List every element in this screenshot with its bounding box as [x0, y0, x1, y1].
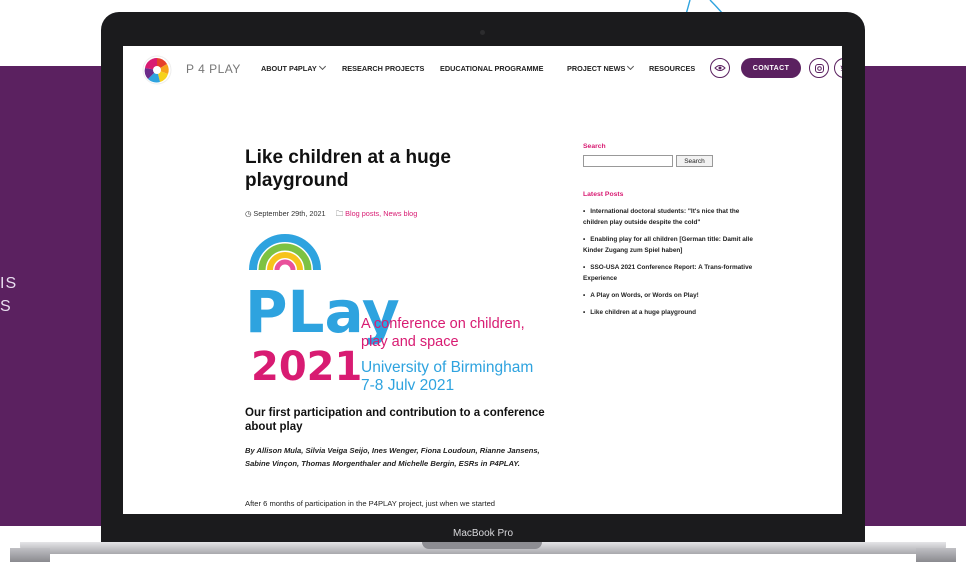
nav-label: PROJECT NEWS — [567, 64, 626, 73]
laptop-foot-left — [10, 548, 50, 562]
play-2021-conference-graphic: PLay 2021 A conference on children, play… — [245, 234, 533, 390]
laptop-notch — [422, 542, 542, 549]
eye-icon — [714, 65, 726, 71]
article-meta: ◷ September 29th, 2021 🗀 Blog posts, New… — [245, 208, 417, 221]
camera-icon — [480, 30, 485, 35]
graphic-line-4: 7-8 July 2021 — [361, 377, 454, 390]
nav-item-about[interactable]: ABOUT P4PLAY — [261, 62, 326, 73]
latest-posts-list: International doctoral students: "It's n… — [583, 206, 763, 324]
list-item[interactable]: International doctoral students: "It's n… — [583, 206, 763, 228]
article-byline: By Allison Mula, Silvia Veiga Seijo, Ine… — [245, 446, 540, 468]
list-item[interactable]: Like children at a huge playground — [583, 307, 763, 318]
twitter-button[interactable] — [834, 58, 842, 78]
chevron-down-icon — [318, 62, 326, 71]
search-button[interactable]: Search — [676, 155, 713, 167]
folder-icon: 🗀 — [335, 209, 344, 218]
background-text-fragment: S — [0, 298, 12, 315]
list-item[interactable]: Enabling play for all children [German t… — [583, 234, 763, 256]
website-screen: P 4 PLAY ABOUT P4PLAY RESEARCH PROJECTS … — [123, 46, 842, 514]
device-label: MacBook Pro — [452, 528, 514, 539]
nav-item-educational-programme[interactable]: EDUCATIONAL PROGRAMME — [440, 64, 544, 73]
search-input[interactable] — [583, 155, 673, 167]
graphic-line-1: A conference on children, — [361, 316, 525, 332]
article-categories[interactable]: Blog posts, News blog — [345, 209, 417, 218]
article-subtitle: Our first participation and contribution… — [245, 407, 545, 433]
nav-label: ABOUT P4PLAY — [261, 64, 317, 73]
instagram-icon — [814, 63, 824, 73]
search-heading: Search — [583, 143, 606, 150]
background-text-fragment: IS — [0, 275, 18, 292]
laptop-foot-right — [916, 548, 956, 562]
accessibility-button[interactable] — [710, 58, 730, 78]
list-item[interactable]: A Play on Words, or Words on Play! — [583, 290, 763, 301]
contact-button[interactable]: CONTACT — [741, 58, 801, 78]
graphic-line-3: University of Birmingham — [361, 359, 533, 376]
nav-item-resources[interactable]: RESOURCES — [649, 64, 695, 73]
latest-posts-heading: Latest Posts — [583, 191, 624, 198]
nav-label: RESOURCES — [649, 64, 696, 73]
nav-item-project-news[interactable]: PROJECT NEWS — [567, 62, 635, 73]
twitter-icon — [840, 65, 842, 71]
instagram-button[interactable] — [809, 58, 829, 78]
graphic-line-2: play and space — [361, 334, 459, 350]
article-title: Like children at a huge playground — [245, 147, 451, 191]
p4play-logo[interactable] — [142, 55, 172, 85]
clock-icon: ◷ — [245, 209, 252, 218]
graphic-year: 2021 — [251, 344, 362, 390]
list-item[interactable]: SSO-USA 2021 Conference Report: A Trans-… — [583, 262, 763, 284]
article-date: September 29th, 2021 — [253, 209, 326, 218]
brand-name: P 4 PLAY — [186, 62, 241, 76]
chevron-down-icon — [627, 62, 635, 71]
site-header: P 4 PLAY ABOUT P4PLAY RESEARCH PROJECTS … — [123, 46, 842, 90]
nav-item-research-projects[interactable]: RESEARCH PROJECTS — [342, 64, 424, 73]
article-paragraph: After 6 months of participation in the P… — [245, 499, 496, 508]
nav-label: EDUCATIONAL PROGRAMME — [440, 64, 544, 73]
nav-label: RESEARCH PROJECTS — [342, 64, 425, 73]
